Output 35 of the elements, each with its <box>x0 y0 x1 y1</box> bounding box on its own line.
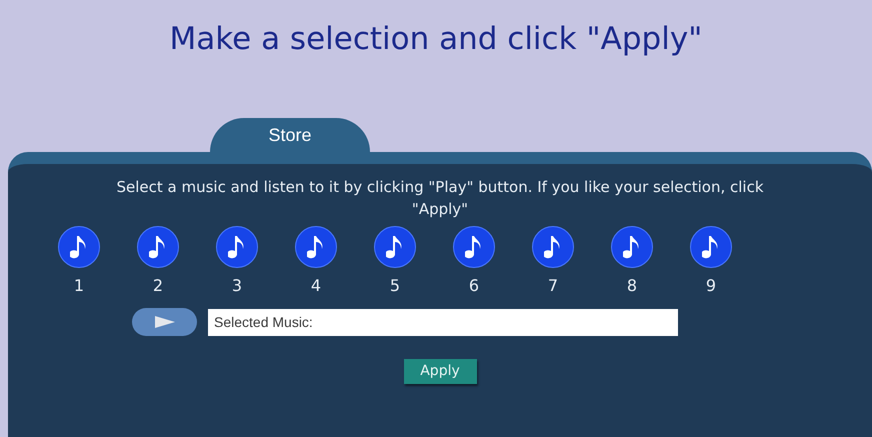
music-note-icon <box>623 234 641 260</box>
music-track-button[interactable] <box>295 226 337 268</box>
apply-button[interactable]: Apply <box>404 359 476 384</box>
track-number: 3 <box>232 275 242 297</box>
music-track-button[interactable] <box>58 226 100 268</box>
music-track-button[interactable] <box>374 226 416 268</box>
music-note-icon <box>386 234 404 260</box>
play-button[interactable] <box>132 308 197 336</box>
instructions-text: Select a music and listen to it by clicking "Play" button. If you like your selection, click "Apply" <box>115 177 765 220</box>
store-tab[interactable]: Store <box>210 118 370 152</box>
music-note-icon <box>702 234 720 260</box>
track-number: 9 <box>706 275 716 297</box>
track-number: 1 <box>74 275 84 297</box>
music-track-button[interactable] <box>216 226 258 268</box>
play-icon <box>154 316 174 328</box>
page-title: Make a selection and click "Apply" <box>170 20 702 59</box>
music-track-button[interactable] <box>532 226 574 268</box>
music-note-icon <box>465 234 483 260</box>
track-number: 4 <box>310 275 322 297</box>
music-note-icon <box>228 234 246 260</box>
music-track-button[interactable] <box>690 226 732 268</box>
selected-music-value: Selected Music: <box>214 312 313 332</box>
selected-music-field[interactable]: Selected Music: <box>208 308 678 336</box>
track-number: 8 <box>626 275 638 297</box>
music-note-icon <box>70 234 88 260</box>
music-note-icon <box>544 234 562 260</box>
music-track-button[interactable] <box>611 226 653 268</box>
track-number: 5 <box>390 275 400 297</box>
track-number: 2 <box>152 275 164 297</box>
music-track-button[interactable] <box>453 226 495 268</box>
track-number: 6 <box>468 275 480 297</box>
music-note-icon <box>307 234 325 260</box>
track-number: 7 <box>548 275 558 297</box>
music-track-button[interactable] <box>137 226 179 268</box>
music-note-icon <box>149 234 167 260</box>
